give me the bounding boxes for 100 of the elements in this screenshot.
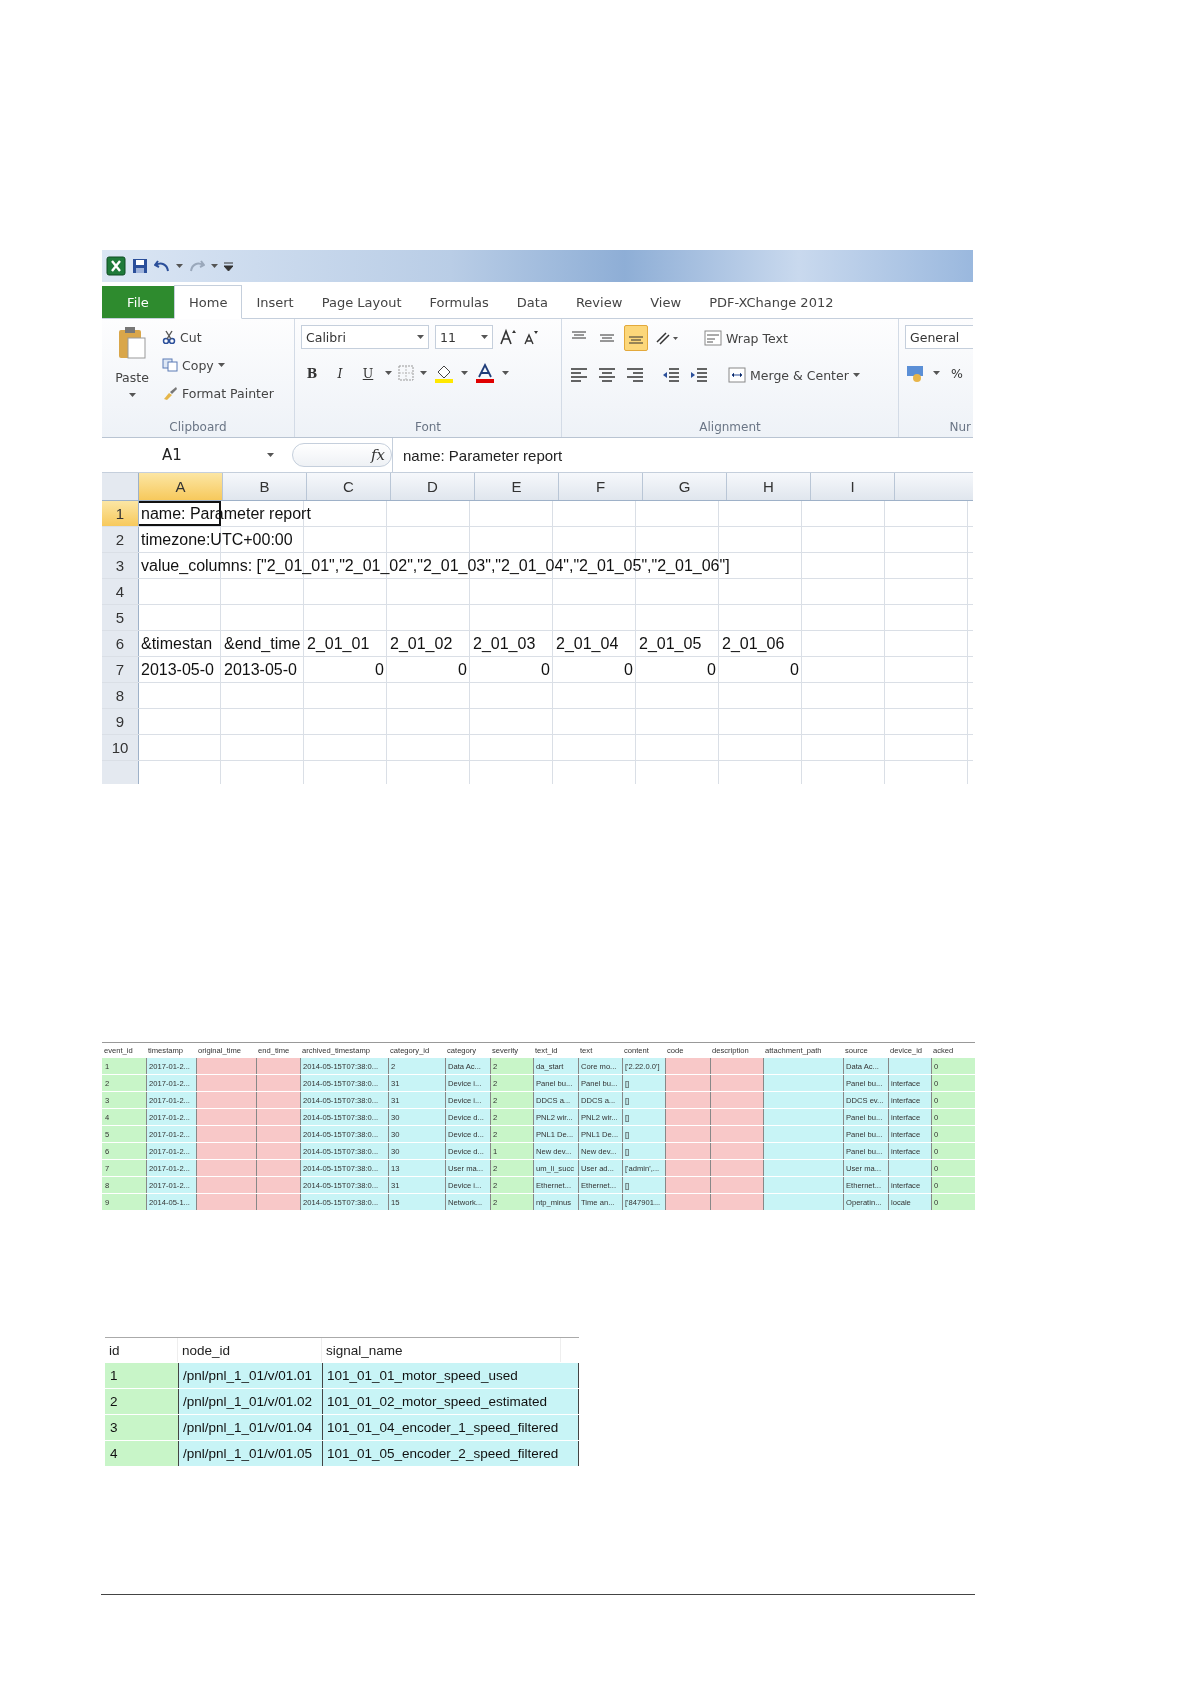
excel-icon[interactable] bbox=[106, 256, 126, 276]
caret-icon bbox=[852, 373, 860, 377]
table-cell bbox=[710, 1194, 763, 1210]
table-cell bbox=[196, 1177, 256, 1193]
column-header[interactable]: E bbox=[475, 473, 559, 500]
cell-text: value_columns: ["2_01_01","2_01_02","2_01_03","2_01_04","2_01_05","2_01_06"] bbox=[140, 556, 731, 575]
table-cell bbox=[196, 1194, 256, 1210]
caret-icon bbox=[933, 371, 940, 375]
paste-button[interactable]: Paste bbox=[115, 365, 149, 389]
table-cell bbox=[256, 1177, 300, 1193]
formula-field[interactable]: name: Parameter report bbox=[392, 438, 973, 472]
table-cell bbox=[256, 1143, 300, 1159]
merge-center-button[interactable]: Merge & Center bbox=[728, 363, 860, 387]
cell-text: 2_01_01 bbox=[306, 634, 371, 653]
percent-button[interactable]: % bbox=[946, 361, 968, 385]
align-center-icon[interactable] bbox=[596, 365, 618, 385]
wrap-text-button[interactable]: Wrap Text bbox=[704, 326, 788, 350]
cell-text: 0 bbox=[706, 660, 717, 679]
column-header[interactable]: D bbox=[391, 473, 475, 500]
ribbon-tab[interactable]: Insert bbox=[242, 286, 308, 318]
table-cell bbox=[710, 1092, 763, 1108]
column-header[interactable]: I bbox=[811, 473, 895, 500]
undo-icon[interactable] bbox=[154, 259, 170, 273]
row-header[interactable]: 9 bbox=[102, 709, 139, 734]
column-header[interactable]: G bbox=[643, 473, 727, 500]
row-header[interactable]: 3 bbox=[102, 553, 139, 578]
name-box[interactable]: A1 bbox=[102, 443, 282, 467]
cell-text: 2_01_02 bbox=[389, 634, 454, 653]
number-format-field[interactable]: General bbox=[905, 325, 973, 349]
align-bottom-button[interactable] bbox=[624, 325, 648, 351]
row-header[interactable]: 1 bbox=[102, 501, 139, 526]
group-label: Nur bbox=[949, 420, 971, 434]
column-header[interactable]: A bbox=[139, 473, 223, 500]
font-color-icon[interactable] bbox=[474, 363, 496, 383]
ribbon-tab[interactable]: Home bbox=[174, 285, 243, 319]
caret-icon bbox=[461, 371, 468, 375]
column-header[interactable]: C bbox=[307, 473, 391, 500]
table-cell bbox=[710, 1075, 763, 1091]
caret-icon bbox=[217, 363, 225, 367]
cut-button[interactable]: Cut bbox=[162, 325, 274, 349]
increase-indent-icon[interactable] bbox=[688, 365, 710, 385]
copy-icon bbox=[162, 358, 178, 372]
cell-text: 2013-05-0 bbox=[140, 660, 215, 679]
table-cell: 101_01_05_encoder_2_speed_filtered bbox=[322, 1441, 579, 1466]
row-header[interactable]: 7 bbox=[102, 657, 139, 682]
format-painter-button[interactable]: Format Painter bbox=[162, 381, 274, 405]
italic-button[interactable]: I bbox=[329, 361, 351, 385]
row-header[interactable]: 2 bbox=[102, 527, 139, 552]
table-cell: 4 bbox=[105, 1441, 178, 1466]
table-cell bbox=[196, 1092, 256, 1108]
bold-button[interactable]: B bbox=[301, 361, 323, 385]
wrap-text-icon bbox=[704, 330, 722, 346]
file-tab[interactable]: File bbox=[102, 286, 174, 318]
cell-text: 2_01_05 bbox=[638, 634, 703, 653]
row-header[interactable]: 5 bbox=[102, 605, 139, 630]
ribbon-tab[interactable]: View bbox=[636, 286, 696, 318]
paste-icon[interactable] bbox=[116, 325, 148, 361]
table-cell: /pnl/pnl_1_01/v/01.01 bbox=[178, 1363, 322, 1388]
cell-text: 0 bbox=[540, 660, 551, 679]
row-header[interactable]: 8 bbox=[102, 683, 139, 708]
copy-button[interactable]: Copy bbox=[162, 353, 274, 377]
table-cell bbox=[665, 1160, 710, 1176]
row-header[interactable]: 4 bbox=[102, 579, 139, 604]
align-left-icon[interactable] bbox=[568, 365, 590, 385]
save-icon[interactable] bbox=[132, 258, 148, 274]
table-cell bbox=[196, 1109, 256, 1125]
fill-color-icon[interactable] bbox=[433, 363, 455, 383]
row-header[interactable]: 10 bbox=[102, 735, 139, 760]
caret-icon bbox=[502, 371, 509, 375]
column-header[interactable]: B bbox=[223, 473, 307, 500]
insert-function-button[interactable]: fx bbox=[371, 446, 385, 464]
table-cell: 3 bbox=[105, 1415, 178, 1440]
column-header[interactable]: H bbox=[727, 473, 811, 500]
ribbon-tab[interactable]: Page Layout bbox=[307, 286, 416, 318]
cell-text: 0 bbox=[789, 660, 800, 679]
row-header[interactable]: 6 bbox=[102, 631, 139, 656]
ribbon-tab[interactable]: Data bbox=[502, 286, 562, 318]
table-cell bbox=[665, 1177, 710, 1193]
grow-font-icon[interactable] bbox=[499, 328, 517, 346]
font-name-field[interactable]: Calibri bbox=[301, 325, 429, 349]
ribbon-tab[interactable]: PDF-XChange 2012 bbox=[695, 286, 848, 318]
table-cell bbox=[710, 1126, 763, 1142]
ribbon-tab[interactable]: Review bbox=[561, 286, 637, 318]
table-cell: /pnl/pnl_1_01/v/01.05 bbox=[178, 1441, 322, 1466]
shrink-font-icon[interactable] bbox=[523, 329, 539, 345]
group-label: Font bbox=[413, 419, 443, 436]
ribbon-tab[interactable]: Formulas bbox=[415, 286, 503, 318]
cell-text: &end_time bbox=[223, 634, 302, 653]
cell-text: 2_01_03 bbox=[472, 634, 537, 653]
align-right-icon[interactable] bbox=[624, 365, 646, 385]
column-header[interactable]: F bbox=[559, 473, 643, 500]
caret-icon bbox=[128, 393, 136, 397]
table-cell bbox=[256, 1126, 300, 1142]
cell-text: 0 bbox=[457, 660, 468, 679]
table-cell bbox=[710, 1143, 763, 1159]
customize-toolbar-icon[interactable] bbox=[224, 261, 233, 271]
underline-button[interactable]: U bbox=[357, 361, 379, 385]
cell-text: 2_01_06 bbox=[721, 634, 786, 653]
font-size-field[interactable]: 11 bbox=[435, 325, 493, 349]
cell-text: 0 bbox=[623, 660, 634, 679]
